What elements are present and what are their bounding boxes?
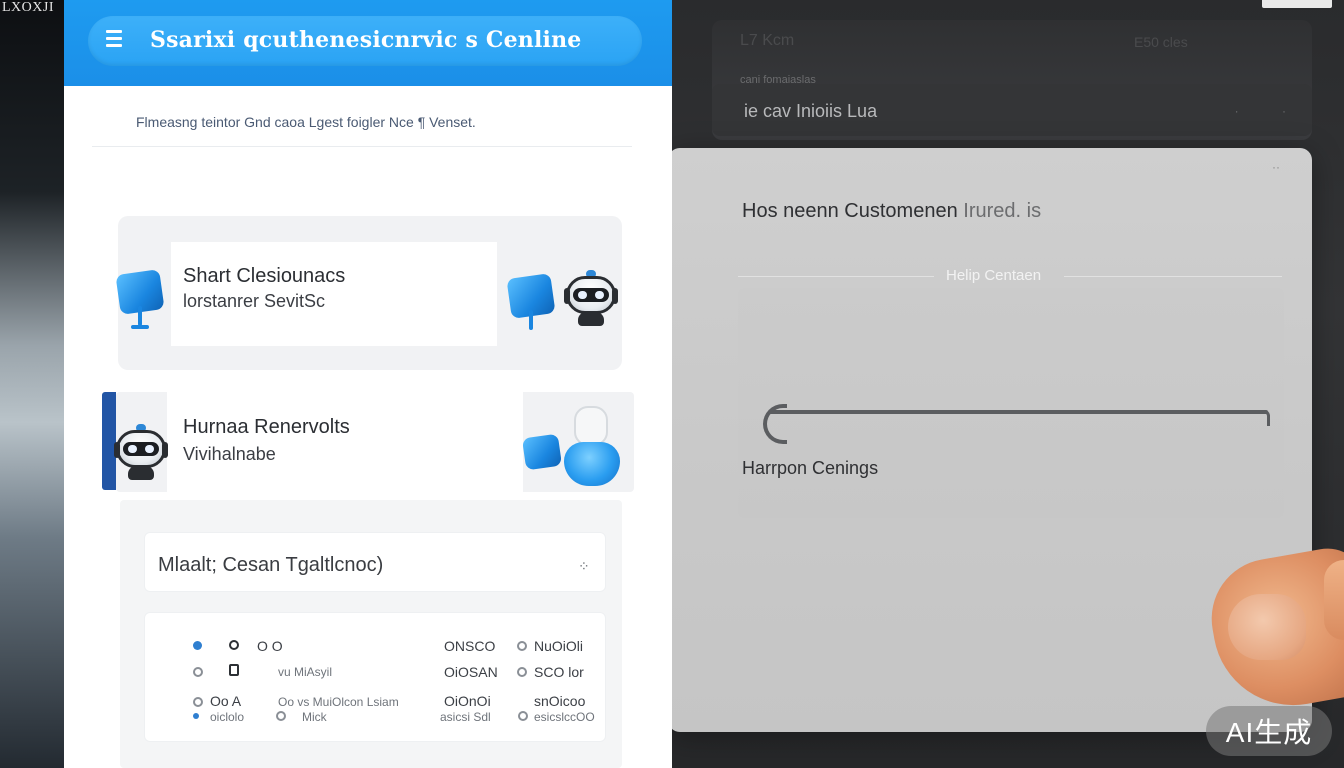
table-cell: vu MiAsyil <box>278 665 333 679</box>
overlay-subtitle: Harrpon Cenings <box>742 458 879 478</box>
background-card-row-right: E50 cles <box>1134 34 1188 50</box>
radio-icon[interactable] <box>517 667 527 677</box>
overlay-divider-right <box>1064 276 1282 277</box>
overlay-title-main: Hos neenn Customenen <box>742 200 958 222</box>
table-cell: snOicoo <box>534 693 586 709</box>
blue-cube-base <box>131 325 149 329</box>
card-human-agents-subtitle: Vivihalnabe <box>183 444 276 464</box>
table-cell: ONSCO <box>444 638 496 654</box>
finger-nail-image <box>1228 594 1306 660</box>
radio-icon[interactable] <box>517 641 527 651</box>
blue-cube-stem <box>138 306 142 326</box>
card-smart-service-subtitle: lorstanrer SevitSc <box>183 291 326 311</box>
table-cell: esicslccOO <box>534 710 595 724</box>
card-human-agents-content <box>167 392 523 492</box>
table-cell: asicsi Sdl <box>440 710 491 724</box>
status-dot-icon <box>193 713 199 719</box>
overlay-slider-end <box>1262 410 1270 426</box>
radio-icon[interactable] <box>229 640 239 650</box>
blue-agent-icon <box>564 442 620 486</box>
category-select-label: Mlaalt; Cesan Tgaltlcnoc) <box>158 554 384 576</box>
blue-cube-stem-right <box>529 310 533 330</box>
background-card-row-left: L7 Kcm <box>740 32 795 49</box>
subheader-divider <box>92 146 632 147</box>
move-icon[interactable]: ⁘ <box>578 558 590 575</box>
overlay-divider-label: Helip Centaen <box>946 267 1042 284</box>
table-cell: Oo A <box>210 693 242 709</box>
background-card-dots: · · <box>1234 104 1306 118</box>
table-cell: Oo vs MuiOlcon Lsiam <box>278 695 399 709</box>
customer-service-app: Ssarixi qcuthenesicnrvic s Cenline Flmea… <box>64 0 672 768</box>
table-cell: NuOiOli <box>534 638 584 654</box>
overlay-slider-track[interactable] <box>768 410 1268 414</box>
card-smart-service-title: Shart Clesiounacs <box>183 265 346 287</box>
overlay-content-box <box>738 288 1284 518</box>
radio-icon[interactable] <box>193 667 203 677</box>
status-dot-icon <box>193 641 202 650</box>
blue-chat-icon <box>521 433 563 471</box>
overlay-title: Hos neenn Customenen Irured. is <box>742 200 1041 223</box>
checkbox-icon[interactable] <box>229 664 239 676</box>
overlay-divider-left <box>738 276 934 277</box>
app-title: Ssarixi qcuthenesicnrvic s Cenline <box>150 27 582 53</box>
robot-agent-icon <box>114 424 168 480</box>
table-cell: SCO lor <box>534 664 584 680</box>
background-photo-left <box>0 0 64 768</box>
table-cell: OiOSAN <box>444 664 498 680</box>
overlay-title-suffix: Irured. is <box>963 200 1042 222</box>
corner-text: LXOXJI <box>2 0 54 15</box>
radio-icon[interactable] <box>276 711 286 721</box>
table-cell: OiOnOi <box>444 693 491 709</box>
subheader-text: Flmeasng teintor Gnd caoa Lgest foigler … <box>136 114 476 130</box>
card-human-agents-title: Hurnaa Renervolts <box>183 416 350 438</box>
background-card-pill-text: ie cav Inioiis Lua <box>744 101 878 121</box>
table-cell: Mick <box>302 710 327 724</box>
menu-icon[interactable] <box>106 30 122 48</box>
table-cell: O O <box>257 638 283 654</box>
ghost-robot-icon <box>574 406 608 446</box>
top-right-indicator <box>1262 0 1332 8</box>
robot-headset-icon <box>564 270 618 326</box>
radio-icon[interactable] <box>518 711 528 721</box>
finger-tip-image <box>1324 560 1344 640</box>
watermark-badge: AI生成 <box>1206 706 1332 756</box>
overlay-close-icon[interactable]: ·· <box>1272 160 1280 174</box>
table-cell: oiclolo <box>210 710 245 724</box>
radio-icon[interactable] <box>193 697 203 707</box>
